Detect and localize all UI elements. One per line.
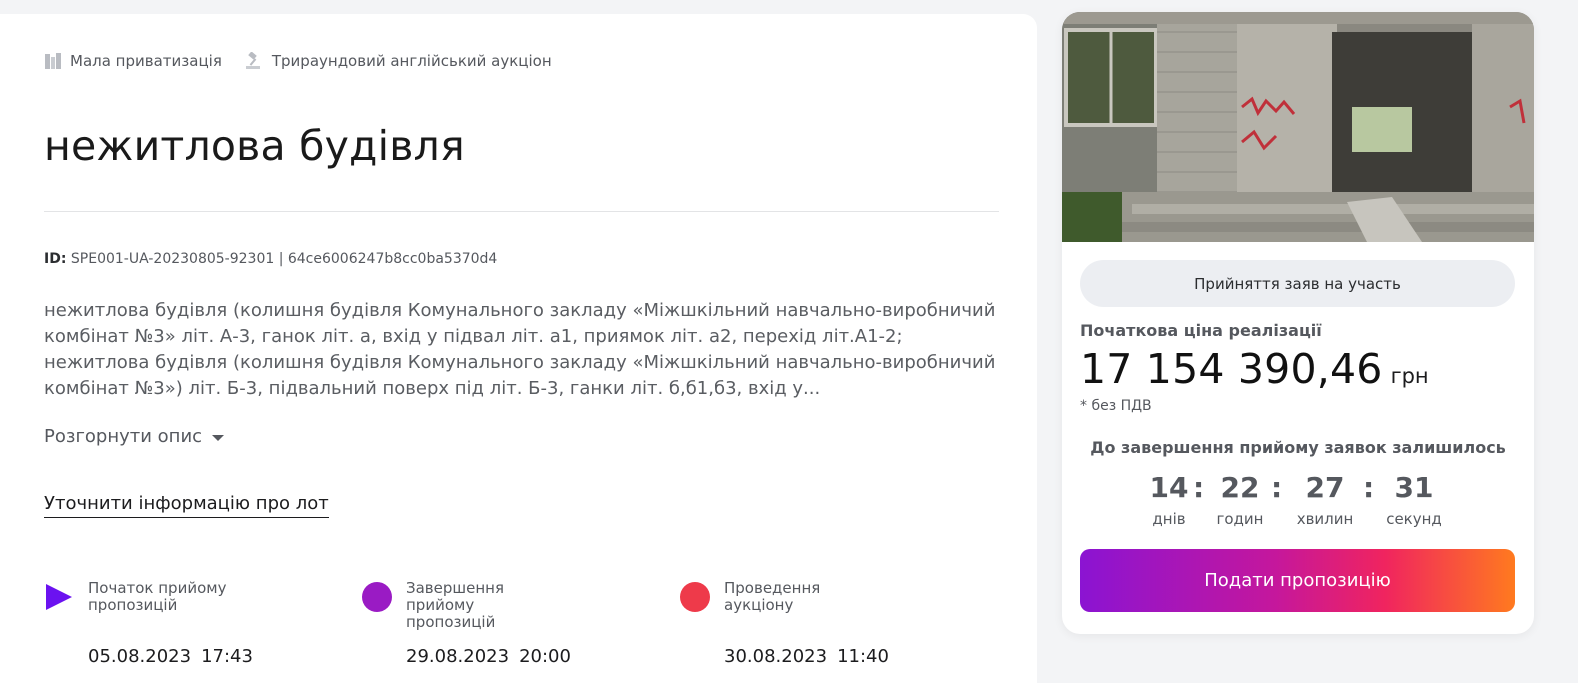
starting-price-value: 17 154 390,46 <box>1080 345 1383 393</box>
stage-end-datetime: 29.08.2023 20:00 <box>406 646 571 667</box>
countdown-timer: 14 днів : 22 годин : 27 хвилин : 31 секу… <box>1062 472 1534 532</box>
expand-description-label: Розгорнути опис <box>44 426 203 447</box>
countdown-hours: 22 годин <box>1200 471 1280 529</box>
identifier-prefix: ID: <box>44 251 67 267</box>
vat-note: * без ПДВ <box>1080 398 1152 414</box>
countdown-seconds-value: 31 <box>1394 471 1434 504</box>
tag-auction-type: Трираундовий англійський аукціон <box>244 52 552 70</box>
stage-start-time: 17:43 <box>201 646 253 667</box>
stage-end-time: 20:00 <box>519 646 571 667</box>
gavel-icon <box>245 52 260 69</box>
starting-price-currency: грн <box>1390 364 1429 388</box>
stage-start-datetime: 05.08.2023 17:43 <box>88 646 253 667</box>
play-icon <box>46 584 72 610</box>
countdown-seconds: 31 секунд <box>1374 471 1454 529</box>
expand-description-button[interactable]: Розгорнути опис <box>44 426 225 447</box>
auction-status-badge: Прийняття заяв на участь <box>1080 260 1515 307</box>
lot-tags: Мала приватизація Трираундовий англійськ… <box>44 52 574 70</box>
countdown-minutes-unit: хвилин <box>1296 510 1354 528</box>
countdown-minutes-value: 27 <box>1305 471 1345 504</box>
tag-privatization-label: Мала приватизація <box>70 52 222 70</box>
stage-start-date: 05.08.2023 <box>88 646 192 667</box>
identifier-value: SPE001-UA-20230805-92301 | 64ce6006247b8… <box>70 251 498 267</box>
stage-auction-time: 11:40 <box>837 646 889 667</box>
countdown-seconds-unit: секунд <box>1386 510 1442 528</box>
circle-icon <box>362 582 392 612</box>
stage-auction-datetime: 30.08.2023 11:40 <box>724 646 889 667</box>
chevron-down-icon <box>212 434 225 441</box>
countdown-hours-unit: годин <box>1216 510 1264 528</box>
stage-end-date: 29.08.2023 <box>406 646 510 667</box>
circle-icon <box>680 582 710 612</box>
clarify-lot-link[interactable]: Уточнити інформацію про лот <box>44 493 329 518</box>
tag-privatization: Мала приватизація <box>44 52 222 70</box>
countdown-title: До завершення прийому заявок залишилось <box>1090 438 1506 457</box>
lot-summary-card: Прийняття заяв на участь Початкова ціна … <box>1062 12 1534 634</box>
title-divider <box>44 211 999 212</box>
stage-start-label: Початок прийому пропозицій <box>88 579 227 614</box>
starting-price: 17 154 390,46 грн <box>1080 345 1429 393</box>
stage-auction-date: 30.08.2023 <box>724 646 828 667</box>
stage-auction-label: Проведення аукціону <box>724 579 821 614</box>
countdown-minutes: 27 хвилин <box>1285 471 1365 529</box>
countdown-days-unit: днів <box>1152 510 1186 528</box>
starting-price-label: Початкова ціна реалізації <box>1080 321 1322 340</box>
lot-identifier: ID: SPE001-UA-20230805-92301 | 64ce60062… <box>44 251 497 267</box>
submit-bid-button[interactable]: Подати пропозицію <box>1080 549 1515 612</box>
lot-description: нежитлова будівля (колишня будівля Комун… <box>44 300 996 399</box>
countdown-hours-value: 22 <box>1220 471 1260 504</box>
buildings-icon <box>45 53 61 69</box>
tag-auction-type-label: Трираундовий англійський аукціон <box>271 52 552 70</box>
countdown-separator: : <box>1363 471 1375 504</box>
stage-end-label: Завершення прийому пропозицій <box>406 579 504 631</box>
lot-title: нежитлова будівля <box>44 122 465 170</box>
countdown-separator: : <box>1271 471 1283 504</box>
lot-photo[interactable] <box>1062 12 1534 242</box>
